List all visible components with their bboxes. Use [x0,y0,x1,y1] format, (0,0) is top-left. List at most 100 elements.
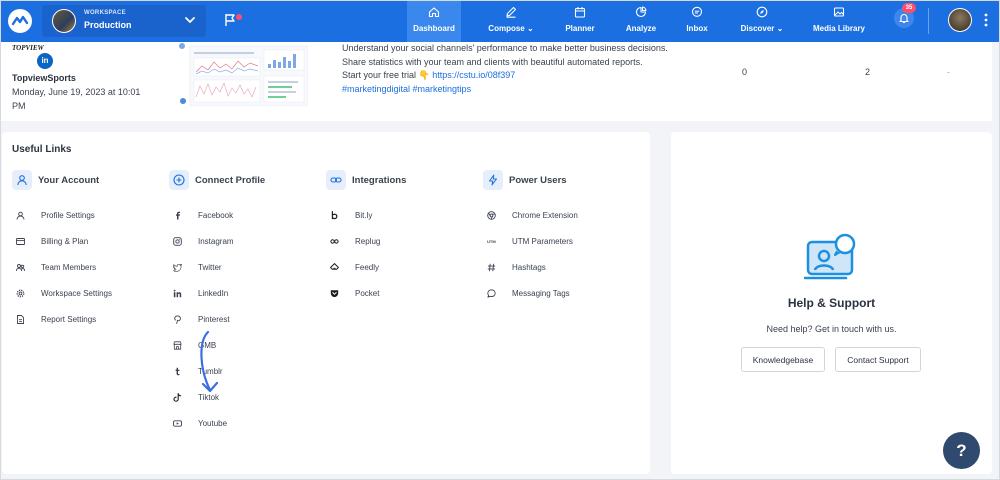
nav-planner[interactable]: Planner [556,0,604,42]
post-thumbnail-image[interactable] [178,42,308,106]
post-trial-text: Start your free trial 👇 [342,70,433,80]
post-link[interactable]: https://cstu.io/08f397 [432,70,515,80]
column-title: Integrations [352,175,407,186]
workspace-avatar [52,9,76,33]
bitly-icon [331,211,338,220]
document-icon [17,315,24,324]
link-team-members[interactable]: Team Members [16,262,166,276]
credit-card-icon [16,238,25,245]
linkedin-badge-icon: in [37,53,53,69]
column-header: Integrations [326,170,476,194]
your-account-column: Your Account Profile Settings Billing & … [12,170,162,324]
workspace-switcher[interactable]: WORKSPACE Production [42,5,206,37]
chevron-down-icon [185,17,195,24]
link-profile-settings[interactable]: Profile Settings [16,210,166,224]
nav-dashboard[interactable]: Dashboard [407,0,461,42]
column-title: Connect Profile [195,175,266,186]
workspace-label: WORKSPACE [84,10,126,16]
link-bitly[interactable]: Bit.ly [330,210,480,224]
help-fab-button[interactable]: ? [943,432,980,469]
chrome-icon [487,211,496,220]
post-stat-value: - [947,67,950,77]
annotation-arrow-icon [200,330,219,393]
message-icon [487,289,496,298]
help-support-card: Help & Support Need help? Get in touch w… [671,132,992,474]
nav-compose-label: Compose ⌄ [488,24,534,33]
post-text: Understand your social channels' perform… [342,42,672,96]
pie-chart-icon [635,6,647,18]
pen-icon [506,6,517,18]
flag-icon[interactable] [224,13,236,27]
link-linkedin[interactable]: LinkedIn [173,288,323,302]
link-report-settings[interactable]: Report Settings [16,314,166,328]
connect-profile-column: Connect Profile Facebook Instagram Twitt… [169,170,319,428]
user-icon [16,211,25,220]
nav-dashboard-label: Dashboard [413,24,455,33]
nav-planner-label: Planner [565,24,595,33]
app-logo-icon[interactable] [8,9,32,33]
svg-text:UTM: UTM [487,239,496,244]
useful-links-title: Useful Links [12,144,72,155]
nav-media-library[interactable]: Media Library [806,0,872,42]
facebook-icon [176,211,180,220]
help-subtitle: Need help? Get in touch with us. [766,324,897,334]
link-hashtags[interactable]: Hashtags [487,262,637,276]
nav-inbox[interactable]: Inbox [676,0,718,42]
more-options-icon[interactable] [984,13,988,27]
column-title: Power Users [509,175,567,186]
pinterest-icon [174,315,181,324]
nav-divider [928,8,929,34]
help-title: Help & Support [787,296,876,310]
recent-post-row: TOPVIEW in TopviewSports Monday, June 19… [0,42,992,121]
workspace-name: Production [84,20,132,30]
column-header: Your Account [12,170,162,194]
user-avatar[interactable] [948,8,972,32]
nav-analyze[interactable]: Analyze [616,0,666,42]
youtube-icon [173,420,182,427]
link-utm-parameters[interactable]: UTM UTM Parameters [487,236,637,250]
link-pocket[interactable]: Pocket [330,288,480,302]
link-messaging-tags[interactable]: Messaging Tags [487,288,637,302]
link-facebook[interactable]: Facebook [173,210,323,224]
linkedin-icon [173,289,182,298]
plus-circle-icon [169,170,189,190]
link-youtube[interactable]: Youtube [173,418,323,432]
link-chrome-extension[interactable]: Chrome Extension [487,210,637,224]
link-replug[interactable]: Replug [330,236,480,250]
compass-icon [756,6,768,18]
gear-icon [16,289,25,298]
home-icon [428,7,440,18]
link-instagram[interactable]: Instagram [173,236,323,250]
feedly-icon [330,263,339,270]
image-icon [833,7,845,17]
nav-compose[interactable]: Compose ⌄ [478,0,544,42]
top-navigation-bar: WORKSPACE Production Dashboard Compose ⌄… [0,0,1000,42]
replug-icon [330,239,339,244]
user-icon [12,170,32,190]
chevron-down-icon: ⌄ [526,24,534,33]
nav-analyze-label: Analyze [625,24,657,33]
calendar-icon [574,7,586,18]
contact-support-button[interactable]: Contact Support [835,347,921,372]
chat-icon [691,6,703,17]
post-body-text: Understand your social channels' perform… [342,43,668,67]
hashtag-icon [487,263,496,272]
twitter-icon [173,263,182,272]
nav-inbox-label: Inbox [686,24,708,33]
power-users-column: Power Users Chrome Extension UTM UTM Para… [483,170,633,298]
store-icon [173,341,182,350]
nav-discover[interactable]: Discover ⌄ [732,0,792,42]
instagram-icon [173,237,182,246]
useful-links-card: Useful Links Your Account Profile Settin… [2,132,650,474]
support-icon [804,233,856,280]
link-workspace-settings[interactable]: Workspace Settings [16,288,166,302]
post-hashtags[interactable]: #marketingdigital #marketingtips [342,84,471,94]
knowledgebase-button[interactable]: Knowledgebase [741,347,825,372]
link-billing-plan[interactable]: Billing & Plan [16,236,166,250]
column-header: Power Users [483,170,633,194]
link-pinterest[interactable]: Pinterest [173,314,323,328]
link-feedly[interactable]: Feedly [330,262,480,276]
bolt-icon [483,170,503,190]
integrations-column: Integrations Bit.ly Replug Feedly Pocket [326,170,476,298]
link-twitter[interactable]: Twitter [173,262,323,276]
